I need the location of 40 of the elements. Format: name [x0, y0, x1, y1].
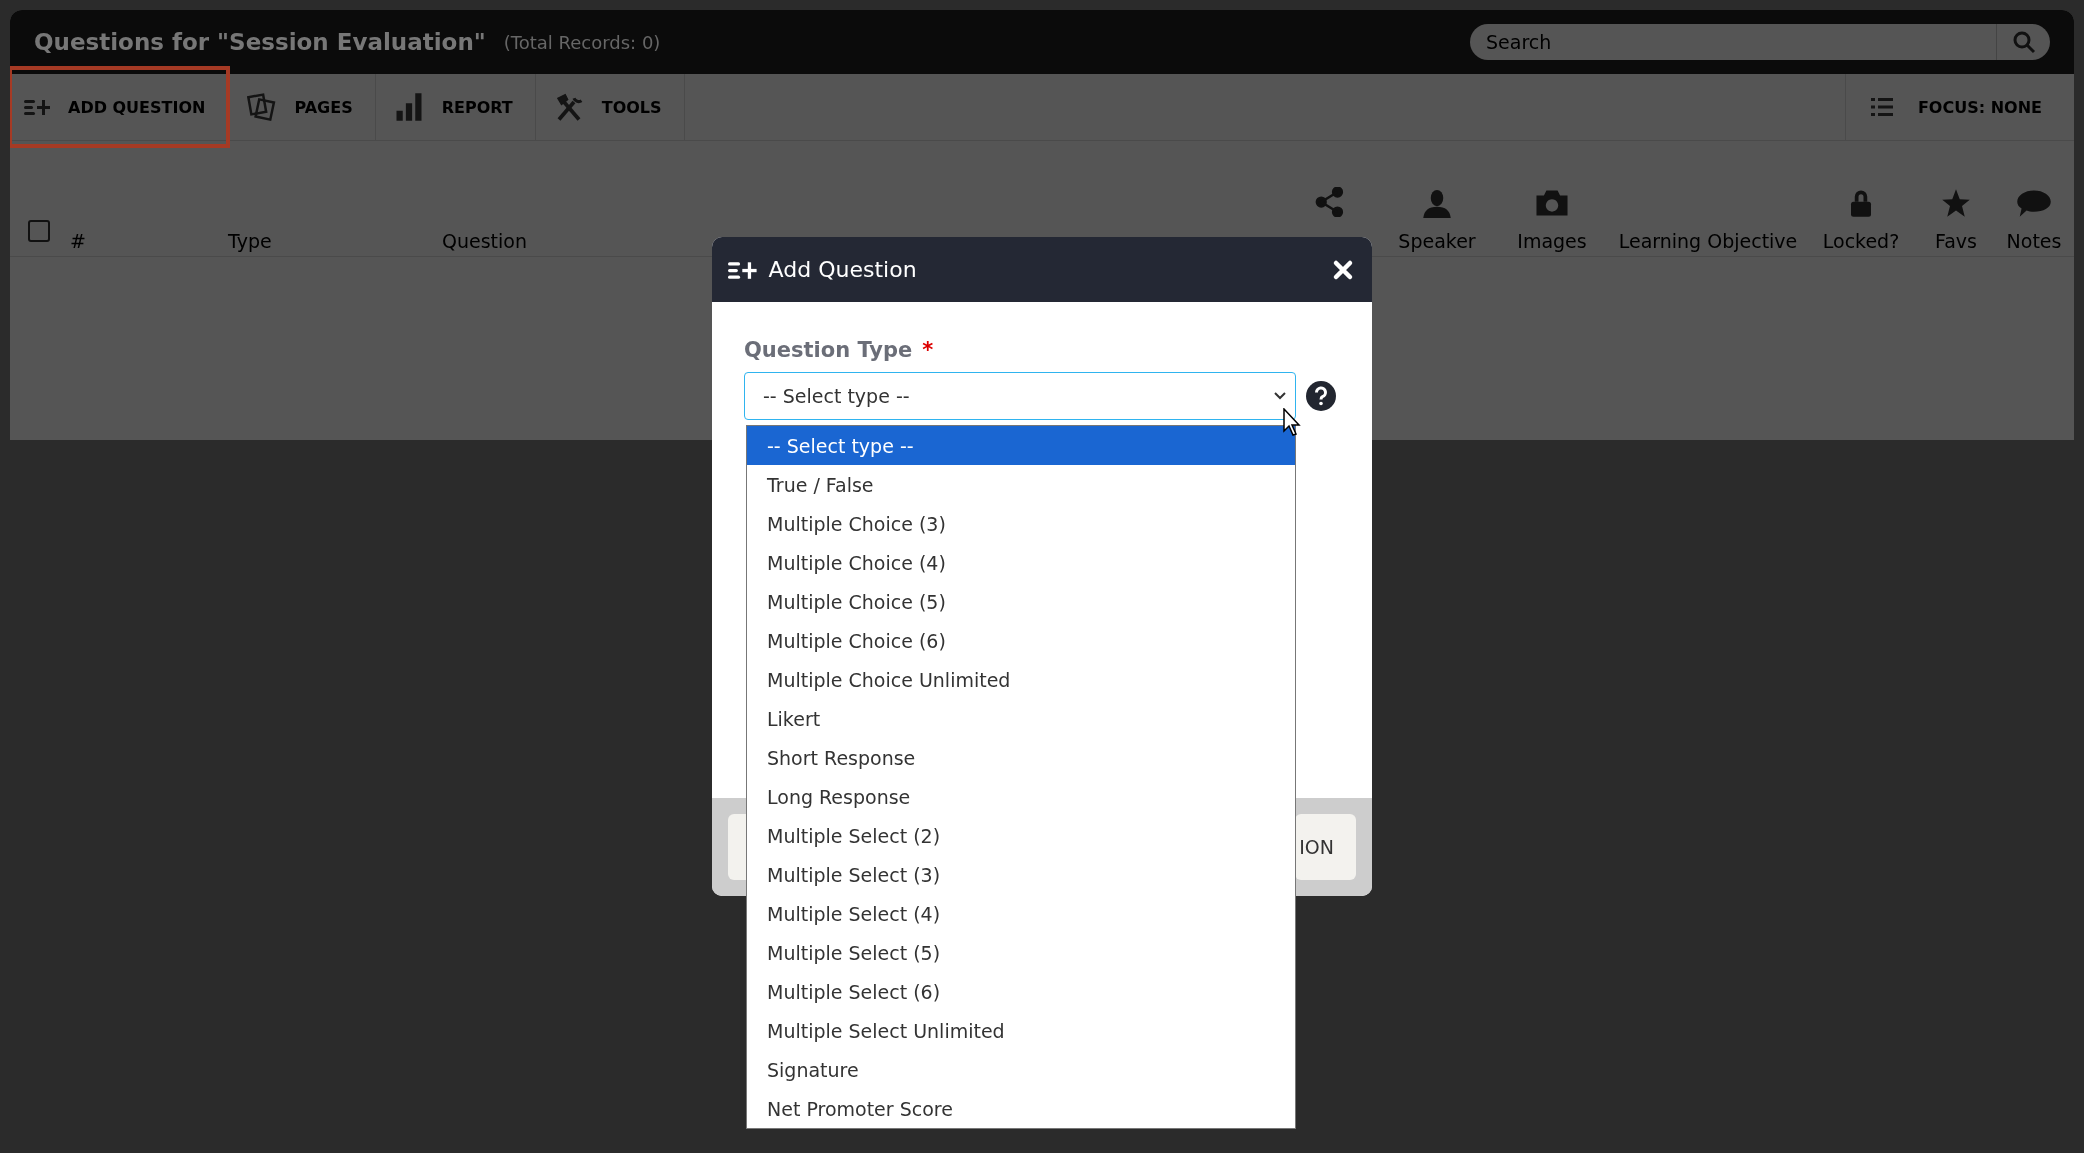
add-list-icon — [24, 97, 50, 117]
dropdown-option[interactable]: Multiple Choice (3) — [747, 504, 1295, 543]
dropdown-option[interactable]: Multiple Select (5) — [747, 933, 1295, 972]
dropdown-option[interactable]: Signature — [747, 1050, 1295, 1089]
close-icon[interactable] — [1332, 258, 1354, 281]
required-mark: * — [922, 338, 934, 362]
search-button[interactable] — [1996, 24, 2050, 60]
select-all-checkbox[interactable] — [28, 220, 50, 242]
question-type-dropdown[interactable]: -- Select type -- — [744, 372, 1296, 420]
pages-icon — [246, 92, 277, 122]
person-icon — [1422, 188, 1452, 218]
dropdown-option[interactable]: Multiple Select (4) — [747, 894, 1295, 933]
footer-button[interactable]: ION — [1295, 814, 1356, 880]
record-count: (Total Records: 0) — [503, 31, 661, 53]
field-label: Question Type — [744, 338, 913, 362]
dropdown-option[interactable]: Multiple Choice (4) — [747, 543, 1295, 582]
dropdown-option[interactable]: Multiple Choice (5) — [747, 582, 1295, 621]
dropdown-option[interactable]: Multiple Choice Unlimited — [747, 660, 1295, 699]
speech-bubble-icon — [2016, 188, 2052, 218]
dropdown-option[interactable]: Likert — [747, 699, 1295, 738]
search-field[interactable]: Search — [1470, 24, 1996, 60]
dialog-title: Add Question — [768, 257, 917, 282]
dropdown-option[interactable]: Multiple Select (3) — [747, 855, 1295, 894]
dropdown-option[interactable]: Multiple Select (6) — [747, 972, 1295, 1011]
dropdown-option[interactable]: Net Promoter Score — [747, 1089, 1295, 1128]
dropdown-option[interactable]: Multiple Select (2) — [747, 816, 1295, 855]
help-icon[interactable] — [1306, 381, 1336, 411]
dropdown-option[interactable]: Multiple Choice (6) — [747, 621, 1295, 660]
camera-icon — [1534, 188, 1570, 218]
page-title: Questions for "Session Evaluation" — [34, 29, 486, 55]
list-icon — [1869, 95, 1894, 119]
star-icon — [1941, 188, 1971, 218]
dropdown-option[interactable]: -- Select type -- — [747, 426, 1295, 465]
chevron-icon — [1273, 391, 1287, 401]
dropdown-option[interactable]: Long Response — [747, 777, 1295, 816]
search-icon — [2011, 30, 2036, 54]
dropdown-option[interactable]: Short Response — [747, 738, 1295, 777]
dropdown-option[interactable]: Multiple Select Unlimited — [747, 1011, 1295, 1050]
dropdown-option[interactable]: True / False — [747, 465, 1295, 504]
share-icon — [1315, 187, 1345, 217]
